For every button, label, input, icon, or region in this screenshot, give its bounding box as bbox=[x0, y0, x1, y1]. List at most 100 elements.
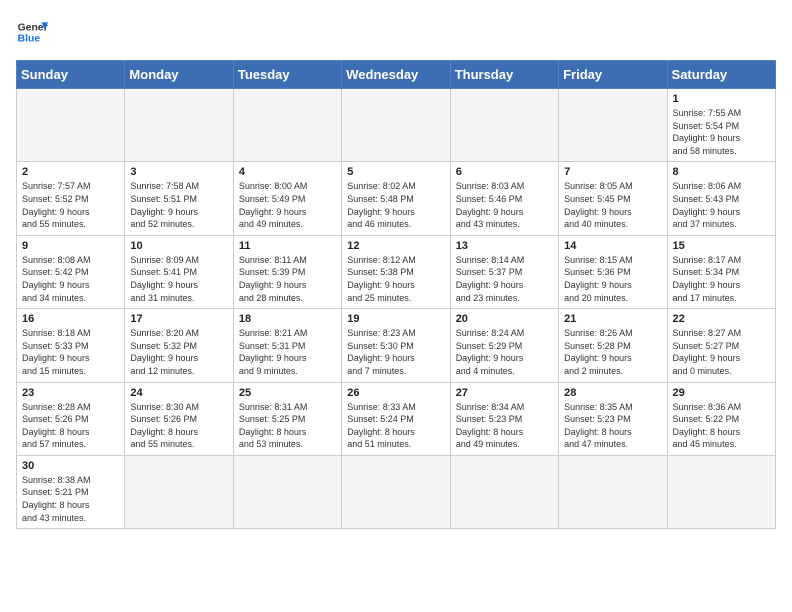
day-info: Sunrise: 8:02 AM Sunset: 5:48 PM Dayligh… bbox=[347, 180, 444, 230]
day-info: Sunrise: 8:03 AM Sunset: 5:46 PM Dayligh… bbox=[456, 180, 553, 230]
day-number: 7 bbox=[564, 166, 661, 178]
day-info: Sunrise: 8:14 AM Sunset: 5:37 PM Dayligh… bbox=[456, 254, 553, 304]
day-info: Sunrise: 8:18 AM Sunset: 5:33 PM Dayligh… bbox=[22, 327, 119, 377]
calendar-cell bbox=[233, 455, 341, 528]
day-info: Sunrise: 8:15 AM Sunset: 5:36 PM Dayligh… bbox=[564, 254, 661, 304]
column-header-wednesday: Wednesday bbox=[342, 61, 450, 89]
day-info: Sunrise: 8:08 AM Sunset: 5:42 PM Dayligh… bbox=[22, 254, 119, 304]
day-number: 18 bbox=[239, 313, 336, 325]
calendar-cell: 7 Sunrise: 8:05 AM Sunset: 5:45 PM Daylig… bbox=[559, 162, 667, 235]
day-info: Sunrise: 7:55 AM Sunset: 5:54 PM Dayligh… bbox=[673, 107, 770, 157]
day-number: 11 bbox=[239, 240, 336, 252]
day-number: 15 bbox=[673, 240, 770, 252]
calendar-cell: 29Sunrise: 8:36 AM Sunset: 5:22 PM Dayli… bbox=[667, 382, 775, 455]
calendar-cell: 24Sunrise: 8:30 AM Sunset: 5:26 PM Dayli… bbox=[125, 382, 233, 455]
day-number: 28 bbox=[564, 387, 661, 399]
column-header-monday: Monday bbox=[125, 61, 233, 89]
day-number: 3 bbox=[130, 166, 227, 178]
day-number: 26 bbox=[347, 387, 444, 399]
day-number: 6 bbox=[456, 166, 553, 178]
calendar-cell: 5 Sunrise: 8:02 AM Sunset: 5:48 PM Daylig… bbox=[342, 162, 450, 235]
calendar-cell: 15 Sunrise: 8:17 AM Sunset: 5:34 PM Dayli… bbox=[667, 235, 775, 308]
calendar-cell: 2 Sunrise: 7:57 AM Sunset: 5:52 PM Daylig… bbox=[17, 162, 125, 235]
day-number: 14 bbox=[564, 240, 661, 252]
day-info: Sunrise: 8:34 AM Sunset: 5:23 PM Dayligh… bbox=[456, 401, 553, 451]
calendar-cell: 27 Sunrise: 8:34 AM Sunset: 5:23 PM Dayli… bbox=[450, 382, 558, 455]
calendar-cell: 4 Sunrise: 8:00 AM Sunset: 5:49 PM Daylig… bbox=[233, 162, 341, 235]
day-number: 17 bbox=[130, 313, 227, 325]
column-header-friday: Friday bbox=[559, 61, 667, 89]
calendar-cell bbox=[667, 455, 775, 528]
day-number: 29 bbox=[673, 387, 770, 399]
day-number: 16 bbox=[22, 313, 119, 325]
day-info: Sunrise: 8:26 AM Sunset: 5:28 PM Dayligh… bbox=[564, 327, 661, 377]
calendar-cell: 9Sunrise: 8:08 AM Sunset: 5:42 PM Daylig… bbox=[17, 235, 125, 308]
calendar-cell bbox=[450, 89, 558, 162]
day-info: Sunrise: 8:38 AM Sunset: 5:21 PM Dayligh… bbox=[22, 474, 119, 524]
day-info: Sunrise: 8:21 AM Sunset: 5:31 PM Dayligh… bbox=[239, 327, 336, 377]
calendar-cell: 6 Sunrise: 8:03 AM Sunset: 5:46 PM Daylig… bbox=[450, 162, 558, 235]
calendar-cell: 18 Sunrise: 8:21 AM Sunset: 5:31 PM Dayli… bbox=[233, 309, 341, 382]
day-number: 20 bbox=[456, 313, 553, 325]
day-number: 27 bbox=[456, 387, 553, 399]
day-number: 25 bbox=[239, 387, 336, 399]
calendar-cell: 17 Sunrise: 8:20 AM Sunset: 5:32 PM Dayli… bbox=[125, 309, 233, 382]
logo-icon: General Blue bbox=[16, 16, 48, 48]
column-header-saturday: Saturday bbox=[667, 61, 775, 89]
calendar-header-row: SundayMondayTuesdayWednesdayThursdayFrid… bbox=[17, 61, 776, 89]
day-info: Sunrise: 8:27 AM Sunset: 5:27 PM Dayligh… bbox=[673, 327, 770, 377]
day-number: 21 bbox=[564, 313, 661, 325]
calendar-cell: 13 Sunrise: 8:14 AM Sunset: 5:37 PM Dayli… bbox=[450, 235, 558, 308]
day-number: 19 bbox=[347, 313, 444, 325]
calendar-cell: 26 Sunrise: 8:33 AM Sunset: 5:24 PM Dayli… bbox=[342, 382, 450, 455]
calendar-cell bbox=[17, 89, 125, 162]
calendar-cell: 19 Sunrise: 8:23 AM Sunset: 5:30 PM Dayli… bbox=[342, 309, 450, 382]
day-info: Sunrise: 8:35 AM Sunset: 5:23 PM Dayligh… bbox=[564, 401, 661, 451]
day-info: Sunrise: 7:57 AM Sunset: 5:52 PM Dayligh… bbox=[22, 180, 119, 230]
calendar-cell: 21 Sunrise: 8:26 AM Sunset: 5:28 PM Dayli… bbox=[559, 309, 667, 382]
calendar-cell bbox=[125, 455, 233, 528]
calendar-cell: 8 Sunrise: 8:06 AM Sunset: 5:43 PM Daylig… bbox=[667, 162, 775, 235]
day-info: Sunrise: 8:00 AM Sunset: 5:49 PM Dayligh… bbox=[239, 180, 336, 230]
calendar-cell: 30Sunrise: 8:38 AM Sunset: 5:21 PM Dayli… bbox=[17, 455, 125, 528]
day-info: Sunrise: 8:06 AM Sunset: 5:43 PM Dayligh… bbox=[673, 180, 770, 230]
logo: General Blue bbox=[16, 16, 48, 48]
day-info: Sunrise: 8:33 AM Sunset: 5:24 PM Dayligh… bbox=[347, 401, 444, 451]
calendar-cell: 11Sunrise: 8:11 AM Sunset: 5:39 PM Dayli… bbox=[233, 235, 341, 308]
day-number: 23 bbox=[22, 387, 119, 399]
calendar-week-row: 16 Sunrise: 8:18 AM Sunset: 5:33 PM Dayli… bbox=[17, 309, 776, 382]
calendar-week-row: 2 Sunrise: 7:57 AM Sunset: 5:52 PM Daylig… bbox=[17, 162, 776, 235]
calendar-cell: 22 Sunrise: 8:27 AM Sunset: 5:27 PM Dayli… bbox=[667, 309, 775, 382]
svg-text:Blue: Blue bbox=[18, 34, 41, 45]
day-number: 10 bbox=[130, 240, 227, 252]
column-header-thursday: Thursday bbox=[450, 61, 558, 89]
day-number: 24 bbox=[130, 387, 227, 399]
calendar-cell: 25Sunrise: 8:31 AM Sunset: 5:25 PM Dayli… bbox=[233, 382, 341, 455]
day-number: 5 bbox=[347, 166, 444, 178]
day-number: 13 bbox=[456, 240, 553, 252]
calendar-table: SundayMondayTuesdayWednesdayThursdayFrid… bbox=[16, 60, 776, 529]
day-info: Sunrise: 8:05 AM Sunset: 5:45 PM Dayligh… bbox=[564, 180, 661, 230]
calendar-cell: 23 Sunrise: 8:28 AM Sunset: 5:26 PM Dayli… bbox=[17, 382, 125, 455]
column-header-sunday: Sunday bbox=[17, 61, 125, 89]
day-number: 22 bbox=[673, 313, 770, 325]
day-number: 2 bbox=[22, 166, 119, 178]
page-header: General Blue bbox=[16, 16, 776, 48]
day-number: 4 bbox=[239, 166, 336, 178]
calendar-week-row: 23 Sunrise: 8:28 AM Sunset: 5:26 PM Dayli… bbox=[17, 382, 776, 455]
day-info: Sunrise: 8:17 AM Sunset: 5:34 PM Dayligh… bbox=[673, 254, 770, 304]
calendar-cell bbox=[233, 89, 341, 162]
day-info: Sunrise: 8:28 AM Sunset: 5:26 PM Dayligh… bbox=[22, 401, 119, 451]
day-info: Sunrise: 8:23 AM Sunset: 5:30 PM Dayligh… bbox=[347, 327, 444, 377]
calendar-cell bbox=[450, 455, 558, 528]
day-info: Sunrise: 8:20 AM Sunset: 5:32 PM Dayligh… bbox=[130, 327, 227, 377]
calendar-cell: 12Sunrise: 8:12 AM Sunset: 5:38 PM Dayli… bbox=[342, 235, 450, 308]
calendar-cell: 1Sunrise: 7:55 AM Sunset: 5:54 PM Daylig… bbox=[667, 89, 775, 162]
calendar-week-row: 30Sunrise: 8:38 AM Sunset: 5:21 PM Dayli… bbox=[17, 455, 776, 528]
day-number: 12 bbox=[347, 240, 444, 252]
column-header-tuesday: Tuesday bbox=[233, 61, 341, 89]
day-number: 8 bbox=[673, 166, 770, 178]
calendar-cell: 20Sunrise: 8:24 AM Sunset: 5:29 PM Dayli… bbox=[450, 309, 558, 382]
calendar-cell bbox=[125, 89, 233, 162]
calendar-cell bbox=[559, 455, 667, 528]
